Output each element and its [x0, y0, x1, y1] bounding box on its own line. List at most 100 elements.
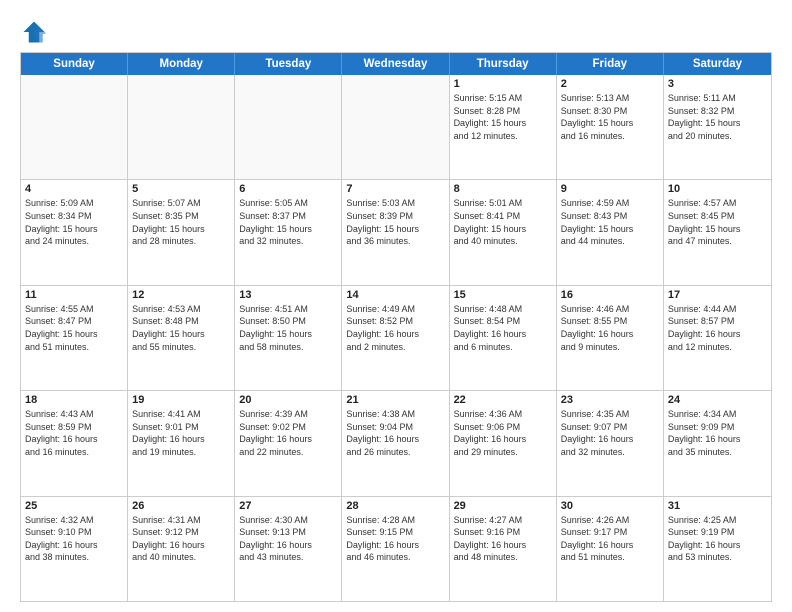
cell-info: Sunrise: 4:41 AM Sunset: 9:01 PM Dayligh… — [132, 408, 230, 458]
calendar-cell: 6 Sunrise: 5:05 AM Sunset: 8:37 PM Daylig… — [235, 180, 342, 284]
cell-info: Sunrise: 4:46 AM Sunset: 8:55 PM Dayligh… — [561, 303, 659, 353]
cell-info: Sunrise: 4:57 AM Sunset: 8:45 PM Dayligh… — [668, 197, 767, 247]
calendar-cell: 13 Sunrise: 4:51 AM Sunset: 8:50 PM Dayli… — [235, 286, 342, 390]
calendar-cell: 11 Sunrise: 4:55 AM Sunset: 8:47 PM Dayli… — [21, 286, 128, 390]
day-number: 29 — [454, 500, 552, 512]
calendar-cell: 1Sunrise: 5:15 AM Sunset: 8:28 PM Daylig… — [450, 75, 557, 179]
cell-info: Sunrise: 4:49 AM Sunset: 8:52 PM Dayligh… — [346, 303, 444, 353]
calendar-cell: 21 Sunrise: 4:38 AM Sunset: 9:04 PM Dayli… — [342, 391, 449, 495]
calendar-cell: 2Sunrise: 5:13 AM Sunset: 8:30 PM Daylig… — [557, 75, 664, 179]
day-number: 9 — [561, 183, 659, 195]
day-number: 20 — [239, 394, 337, 406]
cell-info: Sunrise: 5:09 AM Sunset: 8:34 PM Dayligh… — [25, 197, 123, 247]
calendar-cell: 31 Sunrise: 4:25 AM Sunset: 9:19 PM Dayli… — [664, 497, 771, 601]
day-number: 14 — [346, 289, 444, 301]
calendar-cell: 7 Sunrise: 5:03 AM Sunset: 8:39 PM Daylig… — [342, 180, 449, 284]
calendar-cell: 15 Sunrise: 4:48 AM Sunset: 8:54 PM Dayli… — [450, 286, 557, 390]
cell-info: Sunrise: 5:05 AM Sunset: 8:37 PM Dayligh… — [239, 197, 337, 247]
day-number: 11 — [25, 289, 123, 301]
cell-info: Sunrise: 5:07 AM Sunset: 8:35 PM Dayligh… — [132, 197, 230, 247]
day-number: 19 — [132, 394, 230, 406]
logo — [20, 18, 52, 46]
calendar-row-2: 4 Sunrise: 5:09 AM Sunset: 8:34 PM Daylig… — [21, 179, 771, 284]
day-number: 30 — [561, 500, 659, 512]
day-number: 31 — [668, 500, 767, 512]
cell-info: Sunrise: 4:34 AM Sunset: 9:09 PM Dayligh… — [668, 408, 767, 458]
header-cell-monday: Monday — [128, 53, 235, 75]
cell-info: Sunrise: 4:25 AM Sunset: 9:19 PM Dayligh… — [668, 514, 767, 564]
calendar-cell: 17 Sunrise: 4:44 AM Sunset: 8:57 PM Dayli… — [664, 286, 771, 390]
cell-info: Sunrise: 4:44 AM Sunset: 8:57 PM Dayligh… — [668, 303, 767, 353]
calendar-cell: 29Sunrise: 4:27 AM Sunset: 9:16 PM Dayli… — [450, 497, 557, 601]
day-number: 10 — [668, 183, 767, 195]
day-number: 12 — [132, 289, 230, 301]
day-number: 7 — [346, 183, 444, 195]
calendar-cell: 23 Sunrise: 4:35 AM Sunset: 9:07 PM Dayli… — [557, 391, 664, 495]
calendar-cell: 9 Sunrise: 4:59 AM Sunset: 8:43 PM Daylig… — [557, 180, 664, 284]
calendar-cell: 19 Sunrise: 4:41 AM Sunset: 9:01 PM Dayli… — [128, 391, 235, 495]
cell-info: Sunrise: 4:59 AM Sunset: 8:43 PM Dayligh… — [561, 197, 659, 247]
calendar-row-3: 11 Sunrise: 4:55 AM Sunset: 8:47 PM Dayli… — [21, 285, 771, 390]
cell-info: Sunrise: 5:03 AM Sunset: 8:39 PM Dayligh… — [346, 197, 444, 247]
day-number: 26 — [132, 500, 230, 512]
calendar-cell: 25 Sunrise: 4:32 AM Sunset: 9:10 PM Dayli… — [21, 497, 128, 601]
day-number: 25 — [25, 500, 123, 512]
calendar-row-5: 25 Sunrise: 4:32 AM Sunset: 9:10 PM Dayli… — [21, 496, 771, 601]
calendar-cell: 18Sunrise: 4:43 AM Sunset: 8:59 PM Dayli… — [21, 391, 128, 495]
calendar-cell: 4 Sunrise: 5:09 AM Sunset: 8:34 PM Daylig… — [21, 180, 128, 284]
cell-info: Sunrise: 5:15 AM Sunset: 8:28 PM Dayligh… — [454, 92, 552, 142]
calendar-body: 1Sunrise: 5:15 AM Sunset: 8:28 PM Daylig… — [21, 75, 771, 601]
day-number: 6 — [239, 183, 337, 195]
calendar-cell: 3Sunrise: 5:11 AM Sunset: 8:32 PM Daylig… — [664, 75, 771, 179]
cell-info: Sunrise: 4:53 AM Sunset: 8:48 PM Dayligh… — [132, 303, 230, 353]
cell-info: Sunrise: 4:31 AM Sunset: 9:12 PM Dayligh… — [132, 514, 230, 564]
day-number: 15 — [454, 289, 552, 301]
day-number: 17 — [668, 289, 767, 301]
calendar-cell: 24Sunrise: 4:34 AM Sunset: 9:09 PM Dayli… — [664, 391, 771, 495]
day-number: 16 — [561, 289, 659, 301]
calendar-cell — [21, 75, 128, 179]
calendar-cell: 16 Sunrise: 4:46 AM Sunset: 8:55 PM Dayli… — [557, 286, 664, 390]
calendar-cell: 30 Sunrise: 4:26 AM Sunset: 9:17 PM Dayli… — [557, 497, 664, 601]
cell-info: Sunrise: 4:38 AM Sunset: 9:04 PM Dayligh… — [346, 408, 444, 458]
calendar-cell: 8 Sunrise: 5:01 AM Sunset: 8:41 PM Daylig… — [450, 180, 557, 284]
header — [20, 18, 772, 46]
calendar-cell: 5 Sunrise: 5:07 AM Sunset: 8:35 PM Daylig… — [128, 180, 235, 284]
header-cell-sunday: Sunday — [21, 53, 128, 75]
calendar: SundayMondayTuesdayWednesdayThursdayFrid… — [20, 52, 772, 602]
calendar-cell: 28Sunrise: 4:28 AM Sunset: 9:15 PM Dayli… — [342, 497, 449, 601]
day-number: 5 — [132, 183, 230, 195]
day-number: 22 — [454, 394, 552, 406]
cell-info: Sunrise: 4:39 AM Sunset: 9:02 PM Dayligh… — [239, 408, 337, 458]
calendar-cell: 12 Sunrise: 4:53 AM Sunset: 8:48 PM Dayli… — [128, 286, 235, 390]
header-cell-thursday: Thursday — [450, 53, 557, 75]
cell-info: Sunrise: 4:55 AM Sunset: 8:47 PM Dayligh… — [25, 303, 123, 353]
cell-info: Sunrise: 4:32 AM Sunset: 9:10 PM Dayligh… — [25, 514, 123, 564]
day-number: 27 — [239, 500, 337, 512]
cell-info: Sunrise: 4:51 AM Sunset: 8:50 PM Dayligh… — [239, 303, 337, 353]
cell-info: Sunrise: 4:28 AM Sunset: 9:15 PM Dayligh… — [346, 514, 444, 564]
calendar-row-1: 1Sunrise: 5:15 AM Sunset: 8:28 PM Daylig… — [21, 75, 771, 179]
calendar-cell: 20 Sunrise: 4:39 AM Sunset: 9:02 PM Dayli… — [235, 391, 342, 495]
day-number: 4 — [25, 183, 123, 195]
day-number: 8 — [454, 183, 552, 195]
cell-info: Sunrise: 5:11 AM Sunset: 8:32 PM Dayligh… — [668, 92, 767, 142]
calendar-cell: 14 Sunrise: 4:49 AM Sunset: 8:52 PM Dayli… — [342, 286, 449, 390]
page: SundayMondayTuesdayWednesdayThursdayFrid… — [0, 0, 792, 612]
calendar-cell: 10 Sunrise: 4:57 AM Sunset: 8:45 PM Dayli… — [664, 180, 771, 284]
calendar-cell — [342, 75, 449, 179]
day-number: 13 — [239, 289, 337, 301]
calendar-cell: 26 Sunrise: 4:31 AM Sunset: 9:12 PM Dayli… — [128, 497, 235, 601]
cell-info: Sunrise: 5:01 AM Sunset: 8:41 PM Dayligh… — [454, 197, 552, 247]
day-number: 21 — [346, 394, 444, 406]
header-cell-tuesday: Tuesday — [235, 53, 342, 75]
calendar-cell: 27Sunrise: 4:30 AM Sunset: 9:13 PM Dayli… — [235, 497, 342, 601]
calendar-row-4: 18Sunrise: 4:43 AM Sunset: 8:59 PM Dayli… — [21, 390, 771, 495]
day-number: 23 — [561, 394, 659, 406]
cell-info: Sunrise: 4:48 AM Sunset: 8:54 PM Dayligh… — [454, 303, 552, 353]
cell-info: Sunrise: 4:36 AM Sunset: 9:06 PM Dayligh… — [454, 408, 552, 458]
cell-info: Sunrise: 4:43 AM Sunset: 8:59 PM Dayligh… — [25, 408, 123, 458]
day-number: 2 — [561, 78, 659, 90]
cell-info: Sunrise: 4:26 AM Sunset: 9:17 PM Dayligh… — [561, 514, 659, 564]
cell-info: Sunrise: 4:35 AM Sunset: 9:07 PM Dayligh… — [561, 408, 659, 458]
